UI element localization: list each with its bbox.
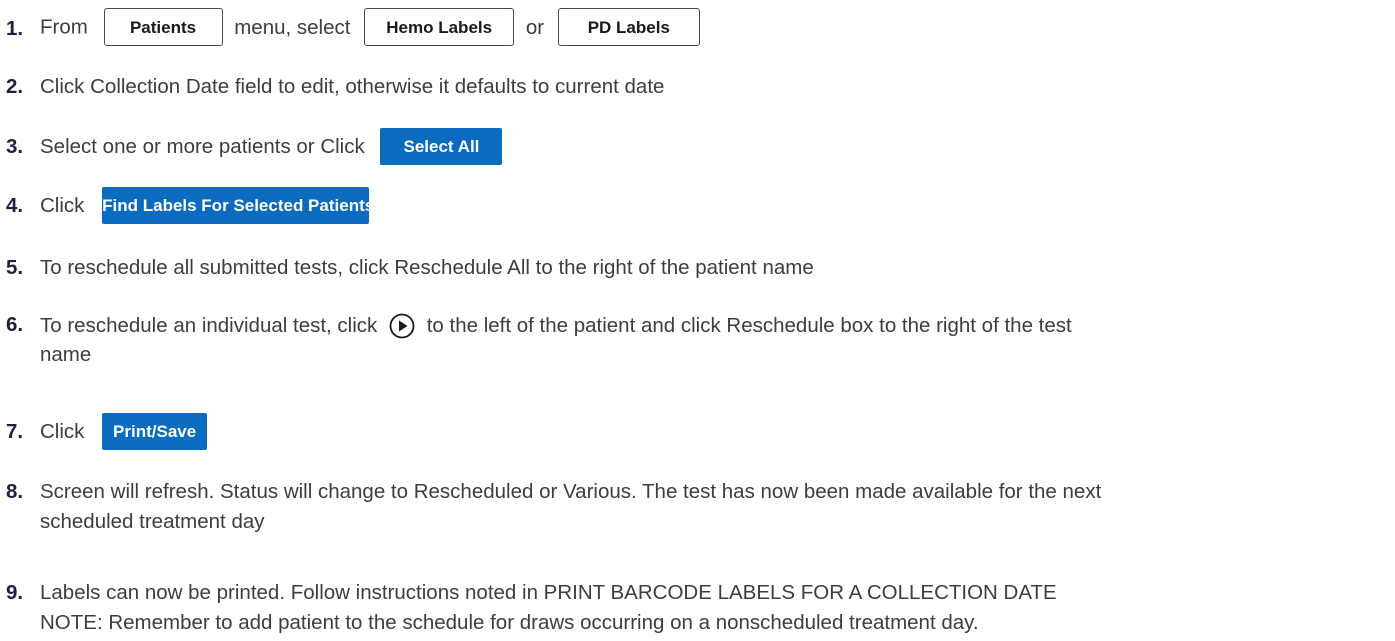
step-number: 9.	[6, 581, 24, 604]
step-number: 1.	[6, 17, 24, 40]
step-number: 4.	[6, 194, 24, 217]
step-text: menu, select	[234, 15, 351, 39]
step-number: 3.	[6, 135, 24, 158]
step-text: To reschedule an individual test, click	[40, 314, 378, 338]
step-text: scheduled treatment day	[40, 510, 265, 533]
step-number: 5.	[6, 256, 24, 279]
step-text: Click	[40, 194, 85, 217]
note-text: NOTE: Remember to add patient to the sch…	[40, 611, 979, 634]
play-circle-icon	[389, 313, 415, 338]
step-text: to the left of the patient and click Res…	[426, 314, 1072, 338]
patients-menu-button[interactable]: Patients	[103, 8, 223, 46]
print-save-button[interactable]: Print/Save	[102, 413, 208, 450]
find-labels-button[interactable]: Find Labels For Selected Patients	[102, 187, 374, 224]
step-text: Click	[40, 420, 85, 443]
step-text: name	[40, 343, 92, 366]
step-text: Screen will refresh. Status will change …	[40, 480, 1102, 503]
step-text: or	[525, 15, 545, 39]
hemo-labels-button[interactable]: Hemo Labels	[364, 8, 515, 46]
step-text: Click Collection Date field to edit, oth…	[40, 75, 665, 98]
step-text: Labels can now be printed. Follow instru…	[40, 581, 1057, 604]
step-number: 7.	[6, 420, 24, 443]
step-text: From	[40, 15, 88, 39]
select-all-button[interactable]: Select All	[380, 128, 503, 165]
step-number: 6.	[6, 313, 24, 336]
step-number: 8.	[6, 480, 24, 503]
step-number: 2.	[6, 75, 24, 98]
step-text: To reschedule all submitted tests, click…	[40, 256, 814, 279]
pd-labels-button[interactable]: PD Labels	[557, 8, 700, 46]
step-text: Select one or more patients or Click	[40, 135, 365, 158]
